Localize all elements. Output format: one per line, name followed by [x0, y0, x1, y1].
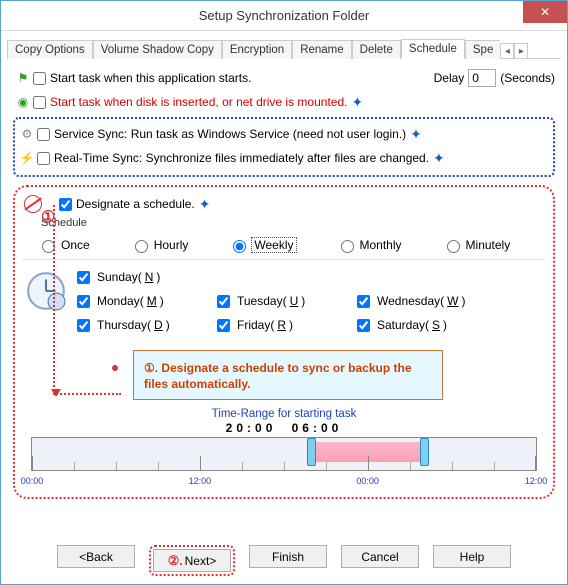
bolt-icon: ⚡ [17, 151, 37, 165]
close-button[interactable]: ✕ [523, 1, 567, 23]
tick-1200a: 12:00 [189, 476, 212, 486]
tick-0000a: 00:00 [21, 476, 44, 486]
close-icon: ✕ [540, 5, 550, 19]
window-title: Setup Synchronization Folder [199, 8, 370, 23]
checkbox-designate-schedule[interactable] [59, 198, 72, 211]
title-bar: Setup Synchronization Folder ✕ [1, 1, 567, 31]
help-button[interactable]: Help [433, 545, 511, 568]
range-handle-start[interactable] [307, 438, 316, 466]
callout-num: ①. [144, 361, 158, 375]
star-icon: ✦ [433, 150, 445, 167]
days-section: Sunday(N) Monday(M) Tuesday(U) Wednesday… [23, 270, 545, 332]
checkbox-start-on-disk[interactable] [33, 96, 46, 109]
label-delay: Delay [434, 71, 465, 85]
tab-special-truncated[interactable]: Spe [465, 40, 500, 59]
no-symbol-annotation-icon [24, 195, 42, 213]
checkbox-wednesday[interactable]: Wednesday(W) [357, 294, 497, 308]
dialog-window: Setup Synchronization Folder ✕ Copy Opti… [0, 0, 568, 585]
annotation-callout: ①. Designate a schedule to sync or backu… [133, 350, 443, 400]
gear-icon: ⚙ [17, 127, 37, 141]
frequency-radio-group: Once Hourly Weekly Monthly Minutely [23, 229, 545, 260]
flag-icon: ⚑ [13, 71, 33, 85]
back-button[interactable]: <Back [57, 545, 135, 568]
label-service-sync: Service Sync: Run task as Windows Servic… [54, 127, 406, 141]
range-handle-end[interactable] [420, 438, 429, 466]
checkbox-sunday[interactable]: Sunday(N) [77, 270, 217, 284]
tab-volume-shadow[interactable]: Volume Shadow Copy [93, 40, 222, 59]
checkbox-tuesday[interactable]: Tuesday(U) [217, 294, 357, 308]
radio-hourly[interactable]: Hourly [130, 237, 189, 253]
time-range-values: 20:00 06:00 [23, 420, 545, 435]
checkbox-realtime-sync[interactable] [37, 152, 50, 165]
tab-strip: Copy Options Volume Shadow Copy Encrypti… [7, 35, 561, 59]
time-range-slider[interactable]: 00:00 12:00 00:00 12:00 [31, 437, 537, 471]
checkbox-service-sync[interactable] [37, 128, 50, 141]
label-realtime-sync: Real-Time Sync: Synchronize files immedi… [54, 151, 429, 165]
radio-weekly[interactable]: Weekly [228, 237, 295, 253]
button-bar: <Back ②. Next> Finish Cancel Help [1, 545, 567, 576]
tick-0000b: 00:00 [356, 476, 379, 486]
label-start-on-disk: Start task when disk is inserted, or net… [50, 95, 347, 109]
tab-content: ⚑ Start task when this application start… [1, 59, 567, 499]
label-start-on-app: Start task when this application starts. [50, 71, 251, 85]
callout-text: Designate a schedule to sync or backup t… [144, 361, 412, 391]
schedule-area: ① Designate a schedule. ✦ Schedule Once … [13, 185, 555, 499]
next-button[interactable]: ②. Next> [153, 549, 231, 572]
disk-icon: ◉ [13, 95, 33, 109]
tab-encryption[interactable]: Encryption [222, 40, 292, 59]
tab-scroll-right[interactable]: ▸ [514, 43, 528, 59]
label-designate-schedule: Designate a schedule. [76, 197, 195, 211]
tab-delete[interactable]: Delete [352, 40, 401, 59]
tab-copy-options[interactable]: Copy Options [7, 40, 93, 59]
checkbox-saturday[interactable]: Saturday(S) [357, 318, 497, 332]
star-icon: ✦ [410, 126, 422, 143]
finish-button[interactable]: Finish [249, 545, 327, 568]
cancel-button[interactable]: Cancel [341, 545, 419, 568]
input-delay[interactable] [468, 69, 496, 87]
checkbox-friday[interactable]: Friday(R) [217, 318, 357, 332]
clock-icon [25, 270, 67, 312]
tab-schedule[interactable]: Schedule [401, 39, 465, 59]
tick-1200b: 12:00 [525, 476, 548, 486]
star-icon: ✦ [199, 196, 211, 213]
annotation-number-1: ① [41, 207, 55, 227]
annotation-next-highlight: ②. Next> [149, 545, 235, 576]
radio-monthly[interactable]: Monthly [336, 237, 402, 253]
tab-rename[interactable]: Rename [292, 40, 351, 59]
radio-once[interactable]: Once [37, 237, 90, 253]
checkbox-thursday[interactable]: Thursday(D) [77, 318, 217, 332]
annotation-arrow-line [53, 205, 55, 395]
fieldset-label-schedule: Schedule [41, 217, 545, 229]
annotation-number-2: ②. [168, 553, 183, 569]
annotation-arrow-line-h [53, 393, 121, 395]
time-range-label: Time-Range for starting task [23, 408, 545, 420]
radio-minutely[interactable]: Minutely [442, 237, 511, 253]
checkbox-monday[interactable]: Monday(M) [77, 294, 217, 308]
checkbox-start-on-app[interactable] [33, 72, 46, 85]
star-icon: ✦ [351, 94, 363, 111]
sync-options-group: ⚙ Service Sync: Run task as Windows Serv… [13, 117, 555, 177]
tab-scroll-left[interactable]: ◂ [500, 43, 514, 59]
label-delay-unit: (Seconds) [500, 71, 555, 85]
